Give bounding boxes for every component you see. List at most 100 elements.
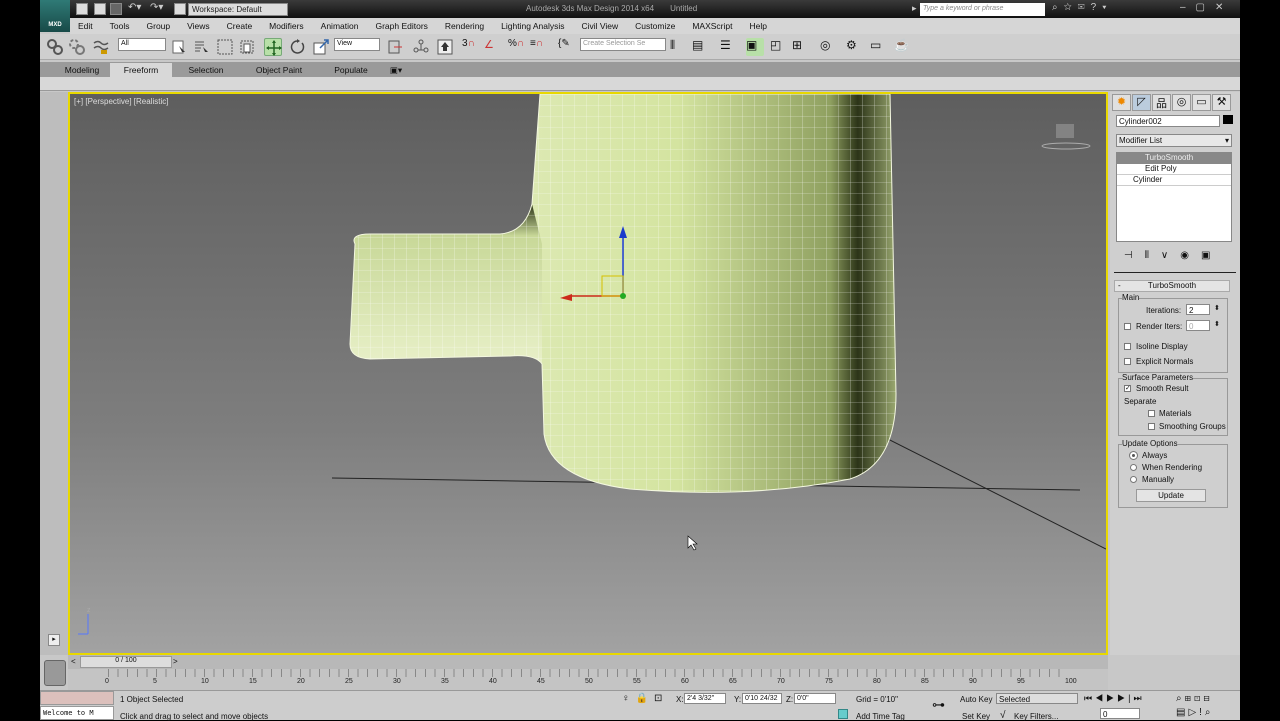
undo-icon[interactable]: ↶▾ [128,2,141,13]
angle-snap-icon[interactable]: ∠ [484,38,502,56]
rollout-header[interactable]: - TurboSmooth [1114,280,1230,292]
menu-tools[interactable]: Tools [102,18,139,34]
window-controls[interactable]: –▢✕ [1180,2,1233,13]
percent-snap-icon[interactable]: %∩ [508,38,526,56]
time-slider[interactable]: < 0 / 100 > [68,655,1108,669]
expand-viewport-icon[interactable]: ▸ [48,634,60,646]
stack-item-edit-poly[interactable]: Edit Poly [1117,164,1231,175]
new-file-icon[interactable] [76,3,88,15]
smoothing-groups-checkbox[interactable] [1148,423,1155,430]
project-folder-icon[interactable] [174,3,186,15]
align-icon[interactable]: ▤ [692,38,710,56]
viewport-layout-tab[interactable] [44,660,66,686]
create-tab-icon[interactable]: ✹ [1112,94,1131,111]
object-name-field[interactable]: Cylinder002 [1116,115,1220,127]
named-selection-dropdown[interactable]: Create Selection Se [580,38,666,51]
rendered-frame-window-icon[interactable]: ▭ [870,38,888,56]
spinner-arrows-icon[interactable]: ⬍ [1214,304,1220,312]
save-icon[interactable] [110,3,122,15]
modify-tab-icon[interactable]: ◸ [1132,94,1151,111]
explicit-normals-checkbox[interactable] [1124,358,1131,365]
viewport-navigation-icons-2[interactable]: ▤▷!⌕ [1176,707,1214,718]
stack-item-cylinder[interactable]: Cylinder [1117,175,1231,186]
track-bar[interactable]: 0 5 10 15 20 25 30 35 40 45 50 55 60 65 70 75 80 85 90 95 10… [68,669,1108,690]
render-iters-checkbox[interactable] [1124,323,1131,330]
menu-modifiers[interactable]: Modifiers [261,18,312,34]
menu-create[interactable]: Create [219,18,262,34]
selection-filter-dropdown[interactable]: All [118,38,166,51]
materials-checkbox[interactable] [1148,410,1155,417]
y-coordinate-field[interactable]: 0'10 24/32 [742,693,782,704]
time-tag-icon[interactable] [838,709,848,719]
update-button[interactable]: Update [1136,489,1206,502]
hierarchy-tab-icon[interactable]: 品 [1152,94,1171,111]
infocenter-icons[interactable]: ⌕☆✉?▾ [1052,2,1112,13]
next-frame-button[interactable]: > [173,657,178,666]
material-editor-icon[interactable]: ◎ [820,38,838,56]
menu-group[interactable]: Group [139,18,180,34]
pivot-center-icon[interactable] [386,38,404,56]
tab-freeform[interactable]: Freeform [110,63,172,77]
select-and-scale-icon[interactable] [312,38,330,56]
mirror-icon[interactable]: ⫴ [670,38,688,56]
menu-help[interactable]: Help [741,18,775,34]
scene-explorer-icon[interactable]: ▣ [746,38,764,56]
perspective-viewport[interactable]: [+] [Perspective] [Realistic] z [68,92,1108,655]
spinner-arrows-icon[interactable]: ⬍ [1214,320,1220,328]
search-arrow-icon[interactable]: ▸ [912,3,917,14]
motion-tab-icon[interactable]: ◎ [1172,94,1191,111]
render-setup-icon[interactable]: ⚙ [846,38,864,56]
viewcube-icon[interactable] [1041,124,1091,150]
isoline-display-checkbox[interactable] [1124,343,1131,350]
key-mode-dropdown[interactable]: Selected [996,693,1078,704]
schematic-view-icon[interactable]: ⊞ [792,38,810,56]
iterations-spinner[interactable]: 2 [1186,304,1210,315]
layer-manager-icon[interactable]: ☰ [720,38,738,56]
prev-frame-button[interactable]: < [71,657,76,666]
tab-selection[interactable]: Selection [178,63,234,77]
menu-graph-editors[interactable]: Graph Editors [367,18,436,34]
select-object-icon[interactable] [170,38,188,56]
always-radio[interactable] [1129,451,1138,460]
time-slider-thumb[interactable]: 0 / 100 [80,656,172,668]
open-file-icon[interactable] [94,3,106,15]
keyboard-shortcut-override-icon[interactable] [436,38,454,56]
menu-animation[interactable]: Animation [313,18,368,34]
menu-edit[interactable]: Edit [70,18,102,34]
workspace-dropdown[interactable]: Workspace: Default [188,3,288,16]
maxscript-mini-listener[interactable]: Welcome to M [40,706,114,720]
set-key-icon[interactable]: ⊶ [932,697,945,713]
tab-modeling[interactable]: Modeling [54,63,110,77]
ribbon-options-icon[interactable]: ▣▾ [388,63,404,77]
when-rendering-radio[interactable] [1130,464,1137,471]
bind-space-warp-icon[interactable] [92,38,110,56]
manually-radio[interactable] [1130,476,1137,483]
rectangular-selection-icon[interactable] [216,38,234,56]
x-coordinate-field[interactable]: 2'4 3/32" [684,693,726,704]
stack-item-turbosmooth[interactable]: TurboSmooth [1117,153,1231,164]
render-production-icon[interactable]: ☕ [894,38,912,56]
display-tab-icon[interactable]: ▭ [1192,94,1211,111]
menu-civil-view[interactable]: Civil View [573,18,627,34]
menu-lighting-analysis[interactable]: Lighting Analysis [493,18,573,34]
search-input[interactable]: Type a keyword or phrase [920,3,1045,16]
application-menu-button[interactable]: MXD [40,0,70,32]
menu-rendering[interactable]: Rendering [437,18,493,34]
render-iters-spinner[interactable]: 0 [1186,320,1210,331]
menu-customize[interactable]: Customize [627,18,684,34]
link-icon[interactable] [46,38,64,56]
viewport-navigation-icons[interactable]: ⌕⊞⊡⊟ [1176,693,1213,704]
menu-views[interactable]: Views [179,18,219,34]
isolate-lock-icons[interactable]: ♀🔒⊡ [622,693,668,704]
window-crossing-icon[interactable] [238,38,256,56]
current-frame-field[interactable]: 0 [1100,708,1140,719]
tab-populate[interactable]: Populate [324,63,378,77]
object-color-swatch[interactable] [1223,115,1233,124]
select-by-name-icon[interactable] [192,38,210,56]
spinner-snap-icon[interactable]: ≡∩ [530,38,548,56]
select-and-move-icon[interactable] [264,38,282,56]
curve-editor-icon[interactable]: ◰ [770,38,788,56]
modifier-list-dropdown[interactable]: Modifier List ▾ [1116,134,1232,147]
maxscript-listener[interactable] [40,691,114,705]
reference-coordinate-dropdown[interactable]: View [334,38,380,51]
